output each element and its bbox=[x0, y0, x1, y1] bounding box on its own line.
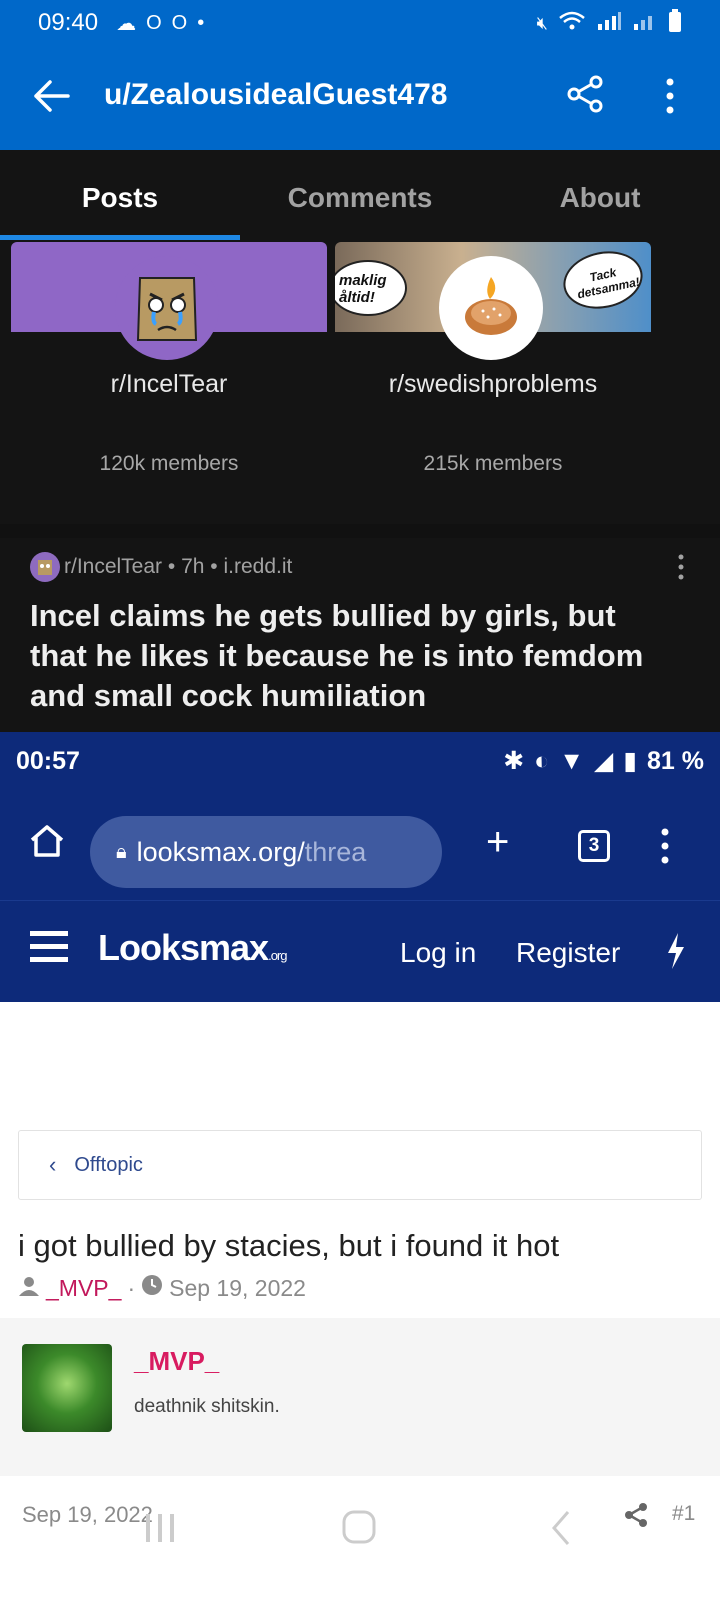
lock-icon: 🔒︎ bbox=[116, 840, 127, 863]
bluetooth-icon: ✱ bbox=[503, 747, 525, 775]
address-bar[interactable]: 🔒︎ looksmax.org/threa bbox=[90, 816, 442, 888]
signal-icon bbox=[632, 10, 658, 37]
community-members: 120k members bbox=[99, 452, 239, 475]
browser-menu-icon[interactable] bbox=[660, 826, 670, 866]
register-link[interactable]: Register bbox=[516, 937, 620, 969]
speech-bubble: Tack detsamma! bbox=[558, 244, 648, 316]
community-card-inceltear[interactable]: r/IncelTear 120k members bbox=[11, 242, 327, 482]
vibrate-icon: ◐ bbox=[534, 746, 550, 775]
navigation-bar bbox=[0, 1502, 720, 1562]
embedded-status-time: 00:57 bbox=[16, 746, 80, 775]
cloud-icon: ☁ bbox=[116, 12, 137, 35]
status-bar: 09:40 ☁ O O • 🔇︎ bbox=[0, 0, 720, 46]
system-icons: 🔇︎ bbox=[536, 8, 682, 38]
community-name: r/swedishproblems bbox=[388, 370, 598, 398]
breadcrumb[interactable]: ‹ Offtopic bbox=[18, 1130, 702, 1200]
community-name: r/IncelTear bbox=[110, 370, 228, 398]
embedded-system-icons: ✱ ◐ ▼ ◢ ▮ 81 % bbox=[503, 746, 704, 776]
banner-text-left: maklig åltid! bbox=[339, 272, 387, 306]
message-header: _MVP_ deathnik shitskin. bbox=[0, 1318, 720, 1476]
clock-icon bbox=[141, 1274, 163, 1302]
login-link[interactable]: Log in bbox=[400, 937, 476, 969]
url-main: looksmax.org/ bbox=[136, 836, 305, 867]
battery-percent: 81 % bbox=[647, 746, 704, 775]
url-dim: threa bbox=[304, 836, 367, 867]
meta-separator: • bbox=[162, 555, 182, 578]
post-meta: r/IncelTear • 7h • i.redd.it bbox=[30, 552, 292, 582]
site-logo-suffix: .org bbox=[268, 948, 287, 963]
profile-username: u/ZealousidealGuest478 bbox=[104, 78, 448, 111]
post-age: 7h bbox=[181, 555, 205, 578]
browser-toolbar: 🔒︎ looksmax.org/threa + 3 bbox=[0, 790, 720, 900]
post-image[interactable]: 00:57 ✱ ◐ ▼ ◢ ▮ 81 % 🔒︎ looksmax.org/thr… bbox=[0, 732, 720, 1600]
wifi-icon bbox=[558, 10, 586, 37]
tab-comments[interactable]: Comments bbox=[240, 150, 480, 240]
site-header: Looksmax.org Log in Register bbox=[0, 900, 720, 1002]
thread-author[interactable]: _MVP_ bbox=[46, 1275, 121, 1302]
back-arrow-icon[interactable] bbox=[30, 74, 74, 118]
meta-separator: · bbox=[127, 1274, 136, 1301]
status-time: 09:40 bbox=[38, 9, 99, 36]
tab-about[interactable]: About bbox=[480, 150, 720, 240]
message-user-title: deathnik shitskin. bbox=[134, 1396, 280, 1417]
post-options-icon[interactable] bbox=[676, 554, 686, 580]
share-icon[interactable] bbox=[565, 74, 605, 114]
burning-bun-icon bbox=[465, 277, 517, 335]
post-source: i.redd.it bbox=[223, 555, 293, 578]
subreddit-avatar-icon bbox=[30, 552, 60, 582]
battery-icon: ▮ bbox=[623, 747, 638, 775]
site-logo-text: Looksmax bbox=[98, 927, 269, 968]
speech-bubble: maklig åltid! bbox=[335, 260, 407, 316]
back-button-icon[interactable] bbox=[552, 1511, 570, 1545]
meta-separator: • bbox=[204, 555, 224, 578]
tab-count[interactable]: 3 bbox=[578, 830, 610, 862]
home-button-icon[interactable] bbox=[342, 1510, 376, 1544]
banner-text-right: Tack detsamma! bbox=[576, 265, 641, 302]
thread-date: Sep 19, 2022 bbox=[169, 1274, 306, 1301]
user-icon bbox=[18, 1275, 40, 1302]
community-card-swedishproblems[interactable]: maklig åltid! Tack detsamma! r/swedishpr… bbox=[335, 242, 651, 482]
embedded-status-bar: 00:57 ✱ ◐ ▼ ◢ ▮ 81 % bbox=[0, 732, 720, 790]
dot-icon: • bbox=[197, 11, 205, 34]
paper-bag-face-icon bbox=[136, 277, 198, 341]
more-options-icon[interactable] bbox=[660, 76, 680, 116]
circle-icon: O bbox=[146, 11, 162, 34]
signal-icon bbox=[596, 10, 622, 37]
wifi-icon: ▼ bbox=[559, 746, 585, 775]
app-bar: u/ZealousidealGuest478 bbox=[0, 46, 720, 150]
post-subreddit[interactable]: r/IncelTear bbox=[64, 555, 162, 579]
thread-meta: _MVP_ · Sep 19, 2022 bbox=[18, 1274, 306, 1302]
mute-icon: 🔇︎ bbox=[536, 12, 548, 33]
new-tab-icon[interactable]: + bbox=[486, 820, 509, 865]
thread-title: i got bullied by stacies, but i found it… bbox=[18, 1228, 560, 1263]
signal-icon: ◢ bbox=[594, 747, 614, 775]
tab-posts[interactable]: Posts bbox=[0, 150, 240, 240]
chevron-left-icon: ‹ bbox=[49, 1152, 57, 1177]
message-author[interactable]: _MVP_ bbox=[134, 1346, 219, 1377]
breadcrumb-label: Offtopic bbox=[74, 1153, 143, 1176]
post-title[interactable]: Incel claims he gets bullied by girls, b… bbox=[30, 596, 680, 716]
notification-icons: ☁ O O • bbox=[116, 11, 204, 36]
community-avatar bbox=[439, 256, 543, 360]
site-logo[interactable]: Looksmax.org bbox=[98, 927, 288, 969]
battery-icon bbox=[668, 8, 682, 38]
community-avatar bbox=[115, 256, 219, 360]
active-communities: r/IncelTear 120k members maklig åltid! T… bbox=[0, 240, 720, 524]
circle-icon: O bbox=[171, 11, 188, 34]
post-card[interactable]: r/IncelTear • 7h • i.redd.it Incel claim… bbox=[0, 538, 720, 732]
profile-tabs: Posts Comments About bbox=[0, 150, 720, 240]
menu-icon[interactable] bbox=[30, 929, 70, 965]
avatar[interactable] bbox=[22, 1344, 112, 1432]
home-icon[interactable] bbox=[28, 822, 66, 860]
bolt-icon[interactable] bbox=[664, 931, 688, 971]
community-members: 215k members bbox=[423, 452, 563, 475]
recent-apps-icon[interactable] bbox=[146, 1514, 174, 1542]
